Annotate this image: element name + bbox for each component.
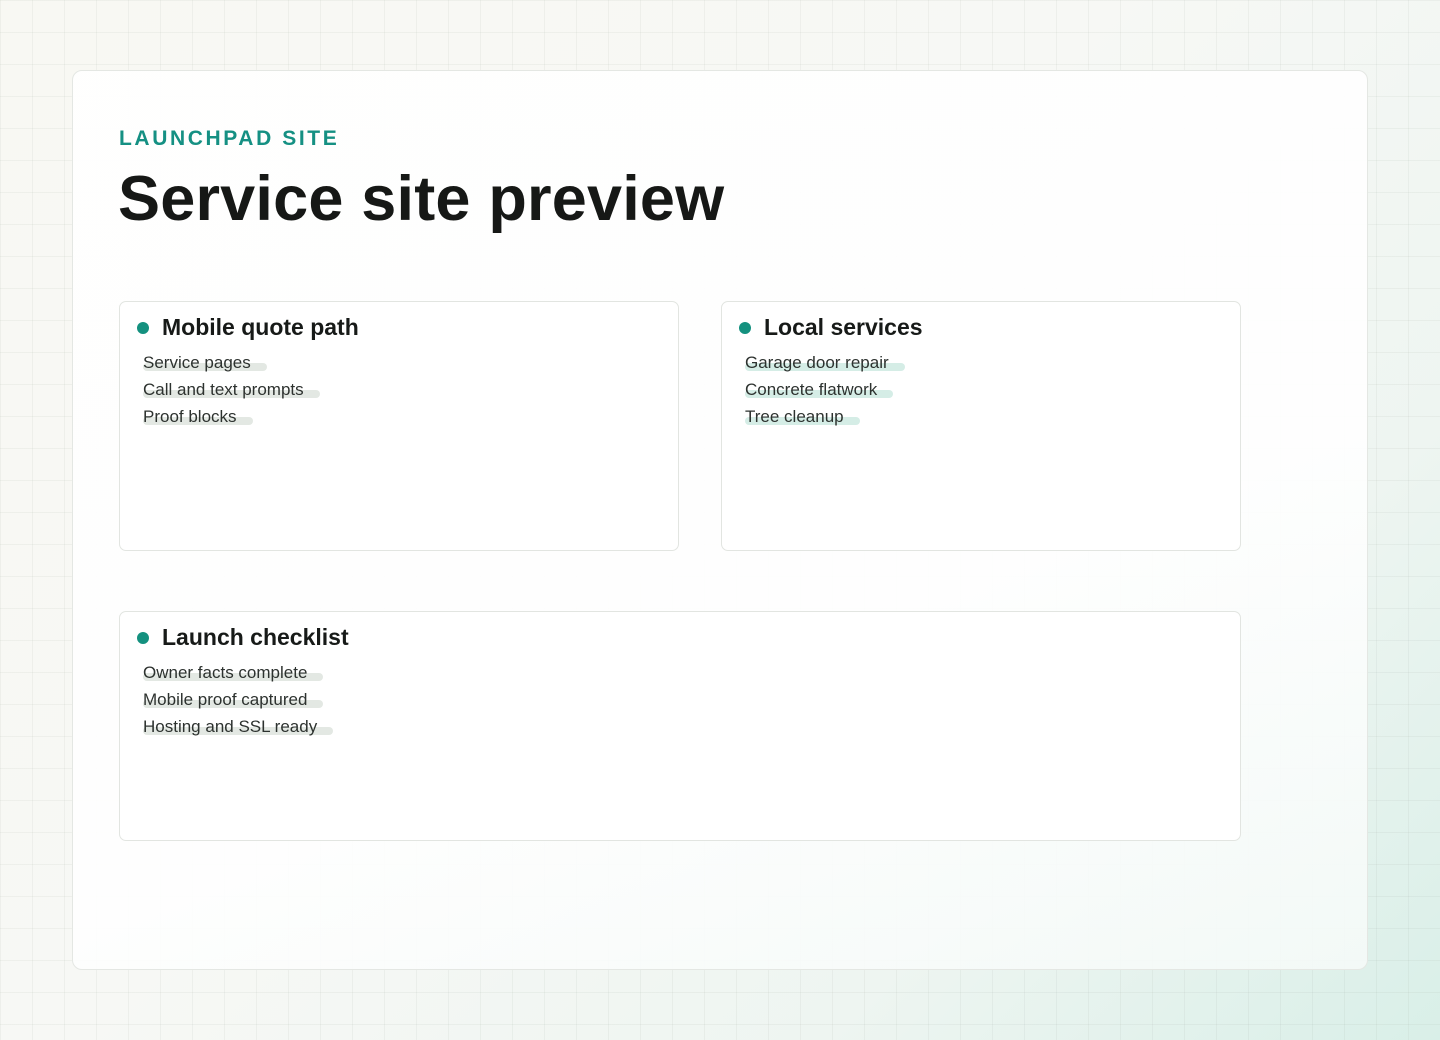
card-title: Mobile quote path <box>162 314 359 340</box>
status-dot-icon <box>137 321 149 334</box>
list-item-label: Garage door repair <box>745 353 889 372</box>
status-dot-icon <box>739 321 751 334</box>
card-item-list: Service pages Call and text prompts Proo… <box>143 352 320 433</box>
card-mobile-quote-path: Mobile quote path Service pages Call and… <box>119 301 679 551</box>
list-item: Owner facts complete <box>143 662 333 689</box>
list-item-label: Owner facts complete <box>143 663 308 682</box>
list-item: Tree cleanup <box>745 406 905 433</box>
list-item-label: Hosting and SSL ready <box>143 717 318 736</box>
page-title: Service site preview <box>118 164 725 234</box>
list-item-label: Mobile proof captured <box>143 690 308 709</box>
list-item: Hosting and SSL ready <box>143 716 334 743</box>
list-item-label: Service pages <box>143 353 251 372</box>
list-item: Service pages <box>143 352 320 379</box>
list-item-label: Proof blocks <box>143 407 237 426</box>
list-item: Garage door repair <box>745 352 905 379</box>
card-header: Launch checklist <box>137 624 349 651</box>
card-item-list: Owner facts complete Mobile proof captur… <box>143 662 334 743</box>
card-launch-checklist: Launch checklist Owner facts complete Mo… <box>119 611 1241 841</box>
card-title: Launch checklist <box>162 624 349 650</box>
list-item: Mobile proof captured <box>143 689 333 716</box>
list-item: Proof blocks <box>143 406 320 433</box>
status-dot-icon <box>137 631 149 644</box>
list-item-label: Tree cleanup <box>745 407 844 426</box>
list-item: Concrete flatwork <box>745 379 905 406</box>
list-item-label: Call and text prompts <box>143 380 304 399</box>
eyebrow-label: LAUNCHPAD SITE <box>119 127 340 150</box>
card-header: Mobile quote path <box>137 314 359 341</box>
card-local-services: Local services Garage door repair Concre… <box>721 301 1241 551</box>
card-title: Local services <box>764 314 923 340</box>
card-header: Local services <box>739 314 923 341</box>
preview-frame: LAUNCHPAD SITE Service site preview Mobi… <box>72 70 1368 970</box>
card-item-list: Garage door repair Concrete flatwork Tre… <box>745 352 905 433</box>
list-item: Call and text prompts <box>143 379 320 406</box>
list-item-label: Concrete flatwork <box>745 380 878 399</box>
